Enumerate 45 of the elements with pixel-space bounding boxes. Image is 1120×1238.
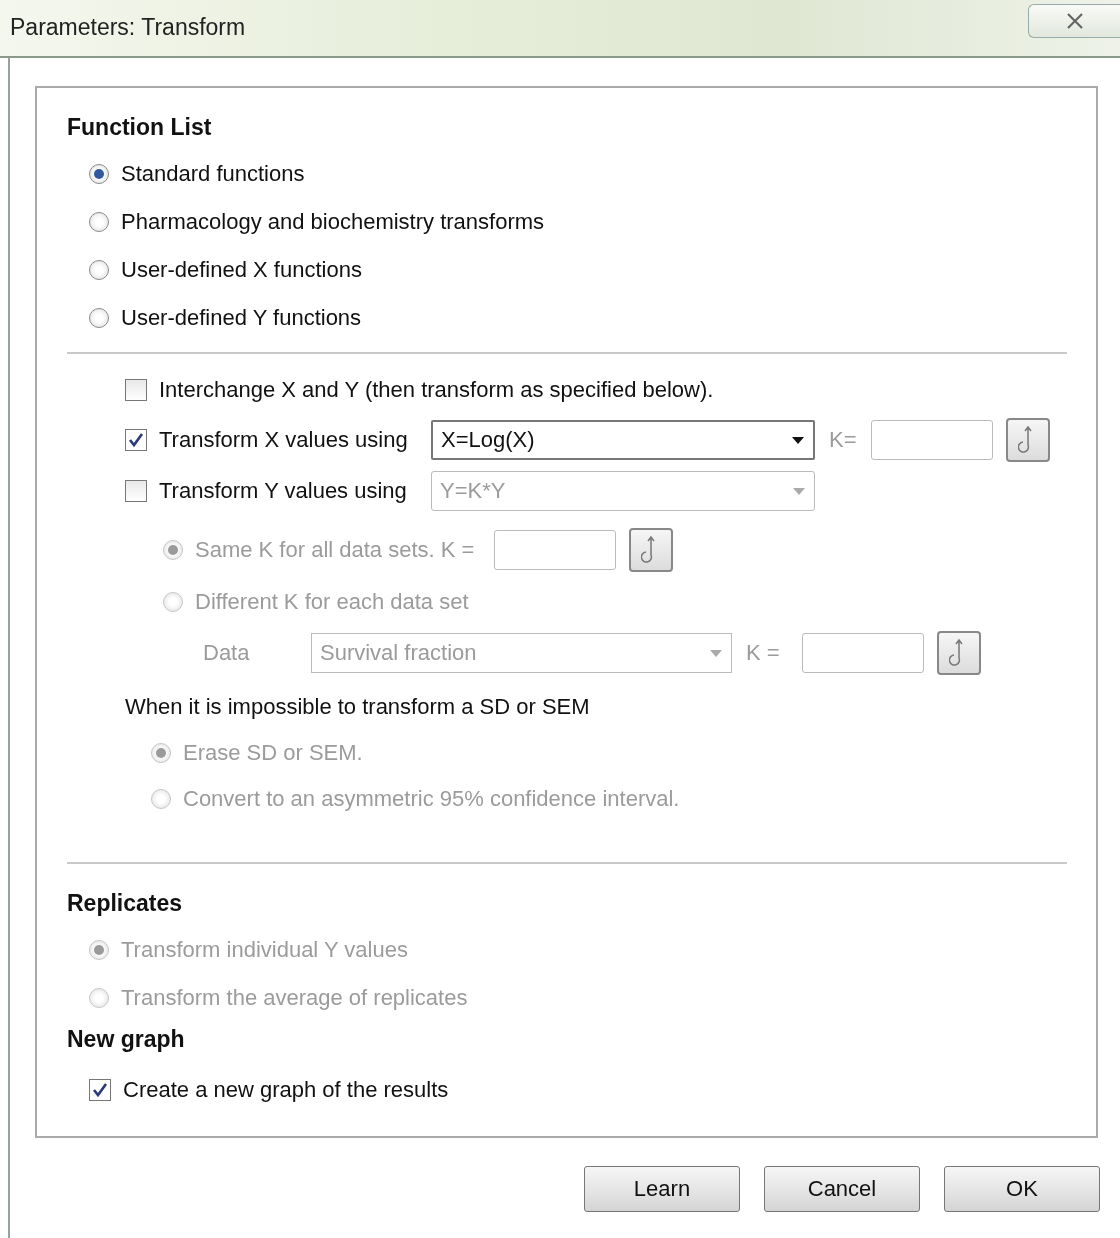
- radio-label: User-defined Y functions: [121, 305, 362, 331]
- dialog-button[interactable]: OK: [944, 1166, 1100, 1212]
- radio-button[interactable]: [89, 212, 109, 232]
- radio-button[interactable]: [89, 164, 109, 184]
- caret-icon: [791, 434, 805, 445]
- radio-label: Standard functions: [121, 161, 305, 187]
- radio-button[interactable]: [89, 260, 109, 280]
- section-heading: Function List: [67, 114, 213, 142]
- hook-button[interactable]: [629, 528, 674, 572]
- radio-label: User-defined X functions: [121, 257, 362, 283]
- k-input-field[interactable]: [870, 419, 993, 460]
- checkbox-label: Interchange X and Y (then transform as specified below).: [159, 377, 714, 403]
- hook-button[interactable]: [1005, 417, 1050, 462]
- checkbox[interactable]: [125, 428, 147, 451]
- radio-label: Pharmacology and biochemistry transforms: [121, 209, 545, 235]
- checkbox[interactable]: [89, 1079, 111, 1101]
- checkbox-label: Transform Y values using: [159, 477, 408, 504]
- caret-icon: [709, 648, 723, 658]
- k-input-field[interactable]: [801, 633, 924, 673]
- dialog-button[interactable]: Cancel: [764, 1166, 920, 1212]
- checkbox-label: Create a new graph of the results: [123, 1077, 449, 1103]
- radio-label: Different K for each data set: [195, 589, 469, 615]
- checkbox[interactable]: [125, 379, 147, 401]
- radio-label: Convert to an asymmetric 95% confidence interval.: [183, 786, 680, 812]
- caret-icon: [792, 485, 806, 496]
- close-icon: [1064, 12, 1085, 30]
- close-button[interactable]: [1028, 4, 1120, 38]
- radio-label: Same K for all data sets. K =: [195, 537, 475, 563]
- window-title: Parameters: Transform: [10, 14, 246, 41]
- checkbox[interactable]: [125, 479, 147, 502]
- radio-label: Transform the average of replicates: [121, 985, 468, 1011]
- k-label: K=: [829, 426, 857, 453]
- section-heading: New graph: [67, 1026, 186, 1054]
- radio-label: Erase SD or SEM.: [183, 740, 363, 766]
- dialog-button[interactable]: Learn: [584, 1166, 740, 1212]
- data-label: Data: [203, 640, 251, 666]
- radio-label: Transform individual Y values: [121, 937, 408, 963]
- section-label: When it is impossible to transform a SD or SEM: [125, 694, 591, 721]
- checkbox-label: Transform X values using: [159, 426, 409, 453]
- radio-button[interactable]: [89, 308, 109, 328]
- k-input-field[interactable]: [494, 530, 617, 570]
- hook-button[interactable]: [936, 631, 981, 675]
- function-dropdown[interactable]: X=Log(X): [431, 419, 815, 460]
- section-heading: Replicates: [67, 890, 184, 918]
- k-label: K =: [746, 640, 780, 666]
